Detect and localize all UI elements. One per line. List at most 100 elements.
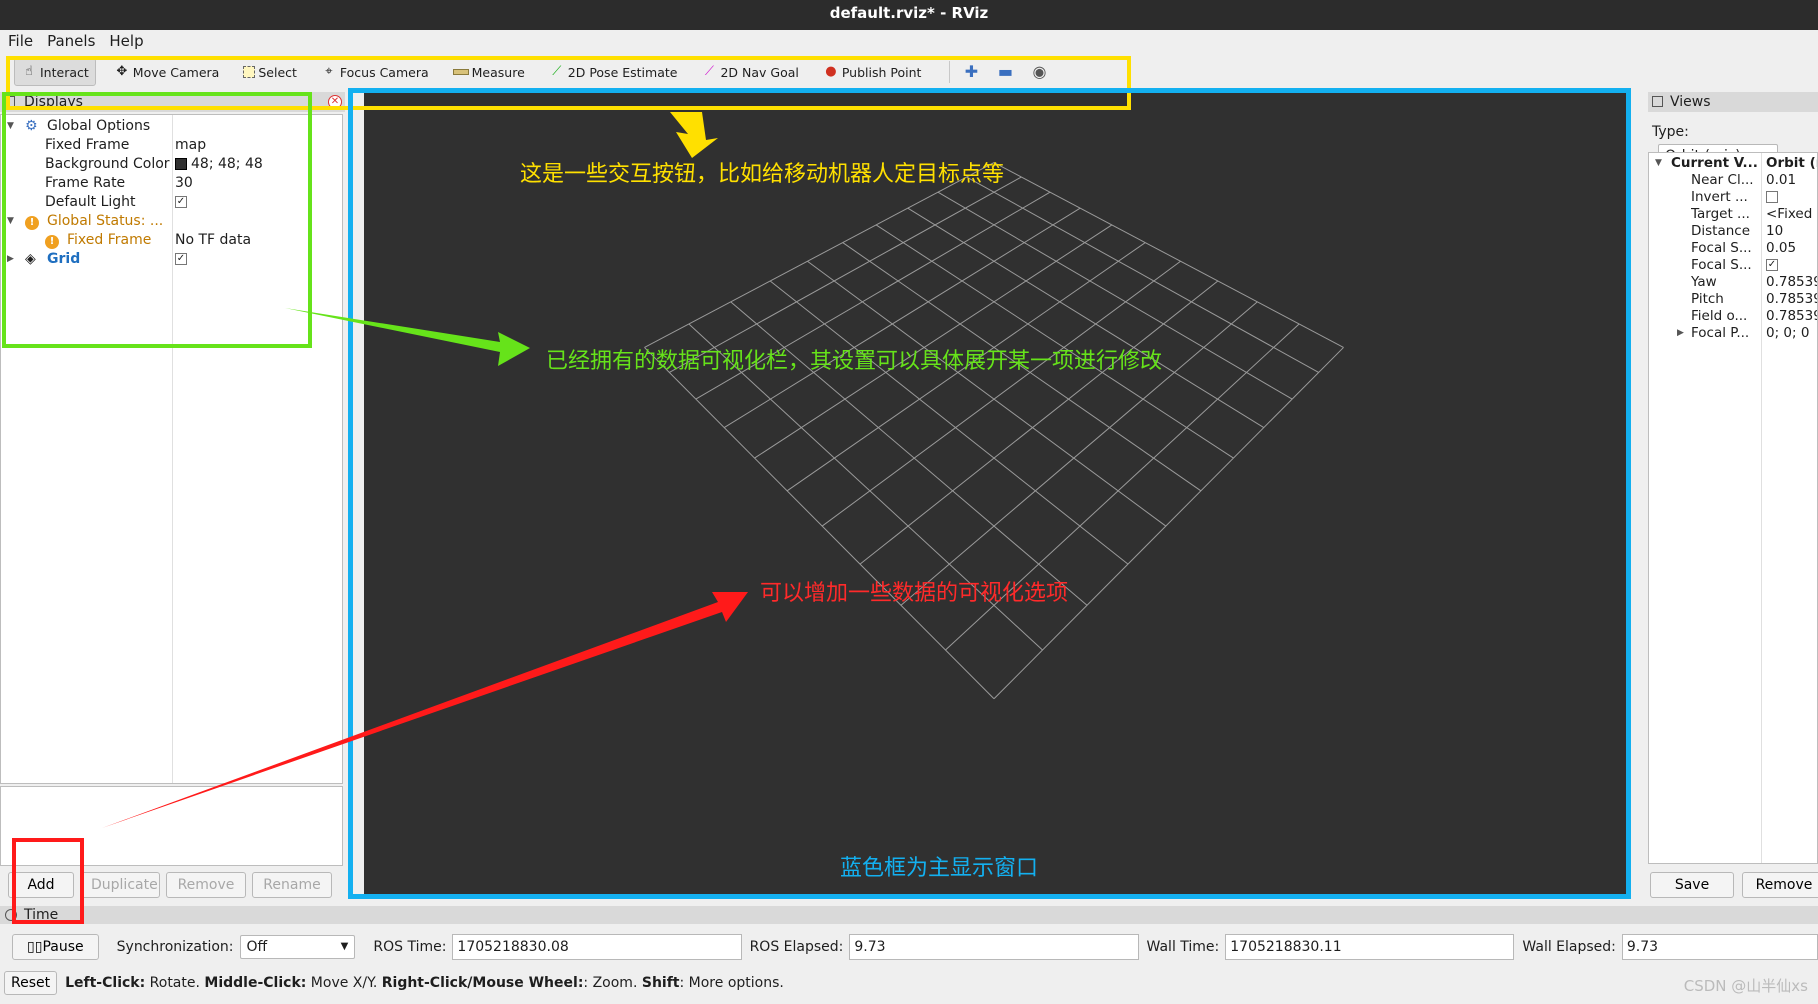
wall-time-field[interactable]: 1705218830.11 bbox=[1225, 934, 1515, 960]
gear-icon: ⚙ bbox=[25, 118, 38, 134]
view-row[interactable]: Field o... 0.78539 bbox=[1649, 308, 1817, 325]
view-row[interactable]: Yaw 0.78539 bbox=[1649, 274, 1817, 291]
row-value[interactable]: ✓ bbox=[1766, 257, 1778, 274]
wall-time-label: Wall Time: bbox=[1146, 939, 1220, 955]
add-tool-icon[interactable]: ✚ bbox=[960, 61, 982, 83]
tool-publish-point[interactable]: ● Publish Point bbox=[817, 58, 928, 86]
eye-icon[interactable]: ◉ bbox=[1028, 61, 1050, 83]
grid-line bbox=[769, 280, 1129, 565]
view-row[interactable]: Distance 10 bbox=[1649, 223, 1817, 240]
warning-icon: ! bbox=[45, 231, 59, 250]
row-value[interactable]: map bbox=[175, 136, 206, 155]
expand-arrow-icon[interactable]: ▼ bbox=[1655, 155, 1662, 172]
row-key: Global Status: ... bbox=[47, 213, 164, 229]
panel-icon bbox=[4, 96, 15, 107]
tool-label: Select bbox=[258, 64, 297, 80]
row-key: Current V... bbox=[1671, 155, 1758, 171]
tool-move-camera[interactable]: ✥ Move Camera bbox=[108, 58, 226, 86]
ros-time-field[interactable]: 1705218830.08 bbox=[452, 934, 742, 960]
row-value[interactable]: 0.78539 bbox=[1766, 308, 1817, 325]
pause-button[interactable]: ▯▯Pause bbox=[12, 934, 99, 960]
row-value[interactable]: 48; 48; 48 bbox=[175, 155, 263, 174]
annotation-viewport-note: 蓝色框为主显示窗口 bbox=[840, 856, 1039, 881]
row-key: Background Color bbox=[45, 156, 170, 172]
view-current-row[interactable]: ▼ Current V... Orbit (r bbox=[1649, 155, 1817, 172]
tool-2d-nav-goal[interactable]: ⟋ 2D Nav Goal bbox=[695, 58, 804, 86]
views-panel-title: Views bbox=[1648, 92, 1818, 112]
view-row[interactable]: Target ... <Fixed F bbox=[1649, 206, 1817, 223]
menu-panels[interactable]: Panels bbox=[47, 30, 95, 52]
tool-interact[interactable]: ☝ Interact bbox=[14, 58, 96, 86]
tree-row-frame-rate[interactable]: Frame Rate 30 bbox=[1, 174, 342, 193]
hint-text: : More options. bbox=[679, 975, 784, 991]
view-row[interactable]: Pitch 0.78539 bbox=[1649, 291, 1817, 308]
row-value[interactable]: 0.01 bbox=[1766, 172, 1796, 189]
row-value[interactable]: 0; 0; 0 bbox=[1766, 325, 1809, 342]
panel-icon bbox=[1652, 96, 1663, 107]
focus-camera-icon: ⌖ bbox=[325, 64, 333, 79]
render-viewport[interactable] bbox=[364, 92, 1627, 894]
save-view-button[interactable]: Save bbox=[1650, 872, 1734, 898]
collapse-arrow-icon[interactable]: ▶ bbox=[7, 250, 14, 269]
wall-elapsed-field[interactable]: 9.73 bbox=[1621, 934, 1818, 960]
view-row[interactable]: Invert ... bbox=[1649, 189, 1817, 206]
row-value[interactable]: 0.78539 bbox=[1766, 291, 1817, 308]
remove-tool-icon[interactable]: ▬ bbox=[994, 61, 1016, 83]
row-value[interactable]: <Fixed F bbox=[1766, 206, 1817, 223]
tool-label: Interact bbox=[40, 64, 89, 80]
hint-right-click: Right-Click/Mouse Wheel: bbox=[381, 975, 584, 991]
row-value[interactable]: 10 bbox=[1766, 223, 1783, 240]
tree-row-default-light[interactable]: Default Light ✓ bbox=[1, 193, 342, 212]
view-row[interactable]: Near Cl... 0.01 bbox=[1649, 172, 1817, 189]
row-key: Focal S... bbox=[1691, 257, 1752, 273]
checkbox-checked[interactable]: ✓ bbox=[175, 196, 187, 208]
view-row[interactable]: ▶ Focal P... 0; 0; 0 bbox=[1649, 325, 1817, 342]
view-row[interactable]: Focal S... ✓ bbox=[1649, 257, 1817, 274]
tool-2d-pose-estimate[interactable]: ⟋ 2D Pose Estimate bbox=[543, 58, 684, 86]
menu-help[interactable]: Help bbox=[109, 30, 143, 52]
expand-arrow-icon[interactable]: ▼ bbox=[7, 117, 14, 136]
close-icon[interactable]: ✕ bbox=[328, 95, 342, 109]
sync-select[interactable]: Off ▼ bbox=[239, 935, 356, 959]
collapse-arrow-icon[interactable]: ▶ bbox=[1677, 325, 1684, 342]
ros-elapsed-field[interactable]: 9.73 bbox=[849, 934, 1139, 960]
right-splitter[interactable] bbox=[1630, 92, 1640, 894]
row-key: Distance bbox=[1691, 223, 1751, 239]
row-value[interactable]: ✓ bbox=[175, 250, 187, 269]
remove-view-button[interactable]: Remove bbox=[1742, 872, 1818, 898]
views-tree: ▼ Current V... Orbit (r Near Cl... 0.01 I… bbox=[1648, 152, 1818, 864]
ros-time-label: ROS Time: bbox=[373, 939, 447, 955]
tool-focus-camera[interactable]: ⌖ Focus Camera bbox=[315, 58, 435, 86]
tree-row-background-color[interactable]: Background Color 48; 48; 48 bbox=[1, 155, 342, 174]
view-row[interactable]: Focal S... 0.05 bbox=[1649, 240, 1817, 257]
row-value[interactable]: 0.78539 bbox=[1766, 274, 1817, 291]
annotation-toolbar-note: 这是一些交互按钮，比如给移动机器人定目标点等 bbox=[520, 162, 1005, 187]
checkbox-checked[interactable]: ✓ bbox=[1766, 259, 1778, 271]
ros-elapsed-label: ROS Elapsed: bbox=[749, 939, 844, 955]
tree-row-fixed-frame[interactable]: Fixed Frame map bbox=[1, 136, 342, 155]
remove-display-button[interactable]: Remove bbox=[166, 872, 246, 898]
duplicate-button[interactable]: Duplicate bbox=[80, 872, 160, 898]
tool-label: 2D Pose Estimate bbox=[567, 64, 678, 80]
tree-row-global-options[interactable]: ▼ ⚙ Global Options bbox=[1, 117, 342, 136]
tree-row-global-status[interactable]: ▼ ! Global Status: ... bbox=[1, 212, 342, 231]
tool-measure[interactable]: Measure bbox=[447, 58, 531, 86]
tree-row-grid[interactable]: ▶ ◈ Grid ✓ bbox=[1, 250, 342, 269]
left-splitter[interactable] bbox=[352, 92, 362, 894]
tool-select[interactable]: Select bbox=[237, 58, 303, 86]
sync-value: Off bbox=[246, 939, 268, 955]
checkbox-unchecked[interactable] bbox=[1766, 191, 1778, 203]
row-value[interactable]: ✓ bbox=[175, 193, 187, 212]
tree-row-status-fixed-frame[interactable]: ! Fixed Frame No TF data bbox=[1, 231, 342, 250]
rename-button[interactable]: Rename bbox=[252, 872, 332, 898]
row-key: Fixed Frame bbox=[67, 232, 152, 248]
row-value[interactable]: 30 bbox=[175, 174, 193, 193]
add-button[interactable]: Add bbox=[8, 872, 74, 898]
views-buttons: Save Remove bbox=[1650, 872, 1818, 898]
reset-button[interactable]: Reset bbox=[4, 971, 58, 995]
checkbox-checked[interactable]: ✓ bbox=[175, 253, 187, 265]
row-value[interactable] bbox=[1766, 189, 1778, 206]
menu-file[interactable]: File bbox=[8, 30, 33, 52]
row-value[interactable]: 0.05 bbox=[1766, 240, 1796, 257]
expand-arrow-icon[interactable]: ▼ bbox=[7, 212, 14, 231]
